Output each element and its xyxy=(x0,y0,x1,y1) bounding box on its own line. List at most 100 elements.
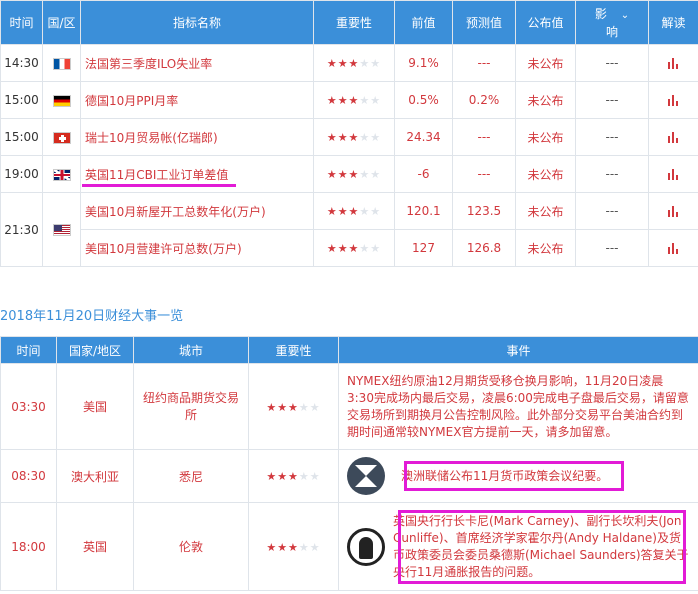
event-time: 18:00 xyxy=(0,502,57,591)
row-published: 未公布 xyxy=(515,44,576,82)
header-impact-label-1: 影 xyxy=(594,6,607,21)
events-header-time: 时间 xyxy=(0,336,57,364)
reserve-bank-australia-logo-icon xyxy=(347,457,385,495)
table-row: 03:30 美国 纽约商品期货交易所 ★★★★★ NYMEX纽约原油12月期货受… xyxy=(0,363,698,450)
star-rating: ★★★★★ xyxy=(326,131,382,144)
header-indicator: 指标名称 xyxy=(80,0,314,45)
row-importance: ★★★★★ xyxy=(313,81,395,119)
row-impact: --- xyxy=(575,229,649,267)
row-indicator[interactable]: 德国10月PPI月率 xyxy=(80,81,314,119)
event-description: 澳洲联储公布11月货币政策会议纪要。 xyxy=(401,468,609,483)
bar-chart-icon[interactable] xyxy=(667,132,680,143)
event-country: 澳大利亚 xyxy=(56,449,134,503)
header-analysis: 解读 xyxy=(648,0,698,45)
row-importance: ★★★★★ xyxy=(313,118,395,156)
row-time: 21:30 xyxy=(0,192,43,267)
bar-chart-icon[interactable] xyxy=(667,243,680,254)
row-previous: -6 xyxy=(394,155,453,193)
table-row: 19:00 英国11月CBI工业订单差值 ★★★★★ -6 --- 未公布 --… xyxy=(0,155,698,193)
table-row: 21:30 美国10月新屋开工总数年化(万户) ★★★★★ 120.1 123.… xyxy=(0,192,698,267)
chevron-down-icon[interactable]: ⌄ xyxy=(621,10,629,21)
event-time: 03:30 xyxy=(0,363,57,450)
star-rating: ★★★★★ xyxy=(266,540,321,554)
header-impact[interactable]: 影 ⌄ 响 xyxy=(575,0,649,45)
row-analysis[interactable] xyxy=(648,192,698,230)
star-rating: ★★★★★ xyxy=(266,400,321,414)
calendar-header-row: 时间 国/区 指标名称 重要性 前值 预测值 公布值 影 ⌄ 响 解读 xyxy=(0,0,698,45)
row-indicator[interactable]: 美国10月新屋开工总数年化(万户) xyxy=(80,192,314,230)
event-city: 伦敦 xyxy=(133,502,249,591)
events-header-importance: 重要性 xyxy=(248,336,339,364)
star-rating: ★★★★★ xyxy=(326,57,382,70)
germany-flag-icon xyxy=(52,94,71,107)
row-analysis[interactable] xyxy=(648,229,698,267)
star-rating: ★★★★★ xyxy=(266,470,321,483)
events-header-event: 事件 xyxy=(338,336,698,364)
event-importance: ★★★★★ xyxy=(248,363,339,450)
table-row: 美国10月营建许可总数(万户) ★★★★★ 127 126.8 未公布 --- xyxy=(1,229,698,267)
header-impact-label-2: 响 xyxy=(605,24,618,39)
financial-events-table: 时间 国家/地区 城市 重要性 事件 03:30 美国 纽约商品期货交易所 ★★… xyxy=(0,336,698,591)
row-indicator[interactable]: 英国11月CBI工业订单差值 xyxy=(80,155,314,193)
row-indicator[interactable]: 美国10月营建许可总数(万户) xyxy=(80,229,314,267)
header-published: 公布值 xyxy=(515,0,576,45)
header-previous: 前值 xyxy=(394,0,453,45)
row-published: 未公布 xyxy=(515,118,576,156)
star-rating: ★★★★★ xyxy=(326,242,382,255)
france-flag-icon xyxy=(52,57,71,70)
star-rating: ★★★★★ xyxy=(326,205,382,218)
row-flag xyxy=(42,155,81,193)
row-previous: 120.1 xyxy=(394,192,453,230)
header-importance: 重要性 xyxy=(313,0,395,45)
header-country: 国/区 xyxy=(42,0,81,45)
events-header-row: 时间 国家/地区 城市 重要性 事件 xyxy=(0,336,698,364)
event-importance: ★★★★★ xyxy=(248,502,339,591)
row-forecast: --- xyxy=(452,118,516,156)
row-analysis[interactable] xyxy=(648,155,698,193)
row-time: 15:00 xyxy=(0,81,43,119)
table-row: 18:00 英国 伦敦 ★★★★★ 英国央行行长卡尼(Mark Carney)、… xyxy=(0,502,698,591)
event-time: 08:30 xyxy=(0,449,57,503)
event-importance: ★★★★★ xyxy=(248,449,339,503)
table-row: 14:30 法国第三季度ILO失业率 ★★★★★ 9.1% --- 未公布 --… xyxy=(0,44,698,82)
row-flag xyxy=(42,192,81,267)
event-cell: 澳洲联储公布11月货币政策会议纪要。 xyxy=(338,449,698,503)
event-description: 英国央行行长卡尼(Mark Carney)、副行长坎利夫(Jon Cunliff… xyxy=(393,513,689,579)
row-flag xyxy=(42,118,81,156)
row-published: 未公布 xyxy=(515,229,576,267)
row-impact: --- xyxy=(575,192,649,230)
row-analysis[interactable] xyxy=(648,44,698,82)
row-flag xyxy=(42,44,81,82)
row-indicator[interactable]: 法国第三季度ILO失业率 xyxy=(80,44,314,82)
row-time: 19:00 xyxy=(0,155,43,193)
bar-chart-icon[interactable] xyxy=(667,206,680,217)
row-published: 未公布 xyxy=(515,192,576,230)
star-rating: ★★★★★ xyxy=(326,168,382,181)
row-indicator[interactable]: 瑞士10月贸易帐(亿瑞郎) xyxy=(80,118,314,156)
us-flag-icon xyxy=(52,224,71,236)
row-importance: ★★★★★ xyxy=(313,155,395,193)
event-cell: 英国央行行长卡尼(Mark Carney)、副行长坎利夫(Jon Cunliff… xyxy=(338,502,698,591)
header-forecast: 预测值 xyxy=(452,0,516,45)
table-row: 15:00 德国10月PPI月率 ★★★★★ 0.5% 0.2% 未公布 --- xyxy=(0,81,698,119)
table-row: 15:00 瑞士10月贸易帐(亿瑞郎) ★★★★★ 24.34 --- 未公布 … xyxy=(0,118,698,156)
row-importance: ★★★★★ xyxy=(313,229,395,267)
bar-chart-icon[interactable] xyxy=(667,169,680,180)
bar-chart-icon[interactable] xyxy=(667,95,680,106)
row-impact: --- xyxy=(575,44,649,82)
bar-chart-icon[interactable] xyxy=(667,58,680,69)
row-previous: 24.34 xyxy=(394,118,453,156)
economic-calendar-table: 时间 国/区 指标名称 重要性 前值 预测值 公布值 影 ⌄ 响 解读 14:3… xyxy=(0,0,698,267)
uk-flag-icon xyxy=(52,168,71,181)
event-country: 美国 xyxy=(56,363,134,450)
row-analysis[interactable] xyxy=(648,118,698,156)
row-published: 未公布 xyxy=(515,155,576,193)
row-forecast: --- xyxy=(452,44,516,82)
row-previous: 9.1% xyxy=(394,44,453,82)
row-analysis[interactable] xyxy=(648,81,698,119)
star-rating: ★★★★★ xyxy=(326,94,382,107)
row-flag xyxy=(42,81,81,119)
row-impact: --- xyxy=(575,118,649,156)
event-city: 纽约商品期货交易所 xyxy=(133,363,249,450)
row-importance: ★★★★★ xyxy=(313,44,395,82)
